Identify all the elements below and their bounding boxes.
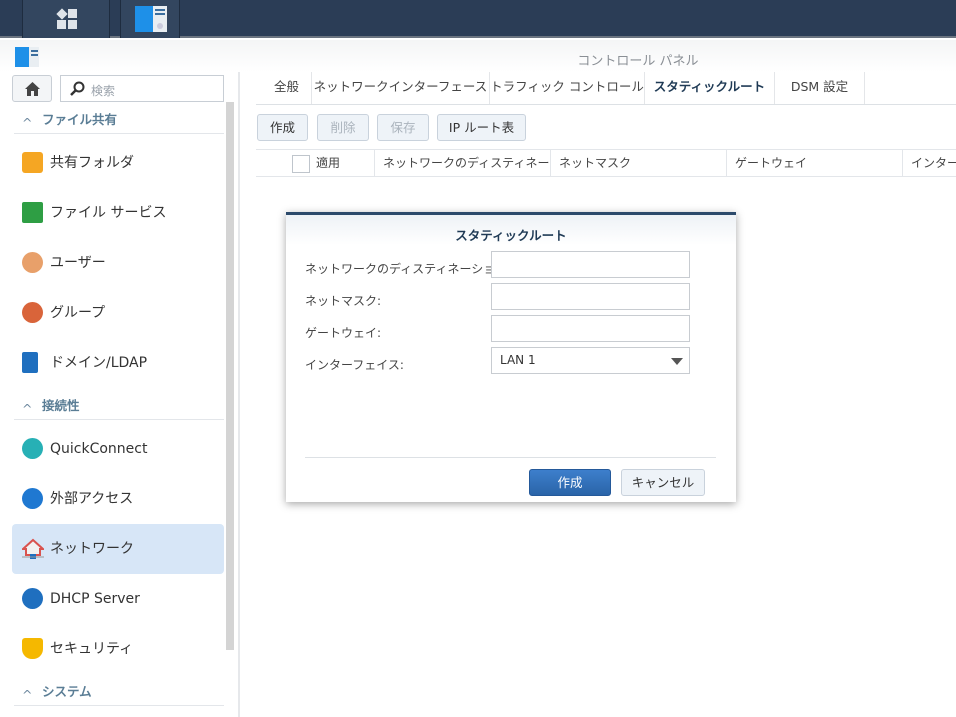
create-button[interactable]: 作成 — [257, 114, 308, 141]
sidebar-item-security[interactable]: セキュリティ — [12, 624, 224, 674]
dialog-cancel-button[interactable]: キャンセル — [621, 469, 705, 496]
sidebar-item-external-access[interactable]: 外部アクセス — [12, 474, 224, 524]
user-icon — [22, 252, 43, 273]
gateway-input[interactable] — [491, 315, 690, 342]
sidebar-item-file-services[interactable]: ファイル サービス — [12, 188, 224, 238]
dialog-title: スタティックルート — [455, 228, 567, 243]
column-gateway[interactable]: ゲートウェイ — [726, 150, 902, 177]
sidebar-item-network[interactable]: ネットワーク — [12, 524, 224, 574]
sidebar-item-quickconnect[interactable]: QuickConnect — [12, 424, 224, 474]
search-icon — [70, 81, 85, 96]
security-shield-icon — [22, 638, 43, 659]
interface-select-value: LAN 1 — [500, 353, 536, 367]
sidebar-divider — [238, 72, 240, 717]
section-connectivity[interactable]: 接続性 — [14, 394, 224, 421]
sidebar-item-label: セキュリティ — [50, 641, 134, 657]
tab-static-route[interactable]: スタティックルート — [645, 72, 775, 104]
dialog-separator — [305, 457, 716, 458]
netmask-input[interactable] — [491, 283, 690, 310]
home-icon — [25, 82, 40, 96]
tab-dsm-settings[interactable]: DSM 設定 — [775, 72, 865, 104]
tab-network-interface[interactable]: ネットワークインターフェース — [312, 72, 490, 104]
sidebar-item-user[interactable]: ユーザー — [12, 238, 224, 288]
netmask-label: ネットマスク: — [305, 294, 382, 308]
apps-grid-icon — [56, 8, 77, 29]
gateway-label: ゲートウェイ: — [305, 326, 382, 340]
globe-icon — [22, 488, 43, 509]
sidebar-item-label: ファイル サービス — [50, 205, 167, 221]
sidebar-item-domain-ldap[interactable]: ドメイン/LDAP — [12, 338, 224, 388]
sidebar-item-dhcp-server[interactable]: DHCP Server — [12, 574, 224, 624]
taskbar — [0, 0, 956, 38]
domain-ldap-icon — [22, 352, 38, 373]
file-services-icon — [22, 202, 43, 223]
dhcp-icon — [22, 588, 43, 609]
dialog-create-button[interactable]: 作成 — [529, 469, 611, 496]
column-apply[interactable]: 適用 — [308, 150, 374, 177]
destination-input[interactable] — [491, 251, 690, 278]
group-icon — [22, 302, 43, 323]
main-menu-button[interactable] — [22, 0, 110, 38]
sidebar-item-label: QuickConnect — [50, 441, 148, 457]
section-file-sharing[interactable]: ファイル共有 — [14, 108, 224, 135]
sidebar-item-label: 外部アクセス — [50, 491, 134, 507]
sidebar-item-label: ユーザー — [50, 255, 106, 271]
sidebar-item-label: ネットワーク — [50, 541, 134, 557]
ip-route-table-button[interactable]: IP ルート表 — [437, 114, 526, 141]
delete-button[interactable]: 削除 — [317, 114, 369, 141]
destination-label: ネットワークのディスティネーション: — [305, 262, 512, 276]
tab-general[interactable]: 全般 — [262, 72, 312, 104]
control-panel-icon — [135, 6, 167, 32]
search-input[interactable]: 検索 — [60, 75, 224, 102]
sidebar-item-shared-folder[interactable]: 共有フォルダ — [12, 138, 224, 188]
sidebar-item-label: DHCP Server — [50, 591, 140, 607]
tab-traffic-control[interactable]: トラフィック コントロール — [490, 72, 645, 104]
control-panel-taskbar-button[interactable] — [120, 0, 180, 38]
column-destination[interactable]: ネットワークのディスティネー... — [374, 150, 550, 177]
shared-folder-icon — [22, 152, 43, 173]
sidebar-item-label: ドメイン/LDAP — [50, 355, 148, 371]
network-home-icon — [22, 538, 44, 559]
sidebar-item-label: グループ — [50, 305, 106, 321]
save-button[interactable]: 保存 — [377, 114, 429, 141]
interface-label: インターフェイス: — [305, 358, 404, 372]
chevron-down-icon — [671, 358, 683, 365]
column-netmask[interactable]: ネットマスク — [550, 150, 726, 177]
sidebar-scrollbar[interactable] — [226, 102, 234, 650]
section-system[interactable]: システム — [14, 680, 224, 707]
static-route-dialog: スタティックルート ネットワークのディスティネーション: ネットマスク: ゲート… — [286, 212, 736, 502]
sidebar-item-label: 共有フォルダ — [50, 155, 134, 171]
tab-bar-underline — [256, 104, 956, 105]
interface-select[interactable]: LAN 1 — [491, 347, 690, 374]
column-interface[interactable]: インターフ — [902, 150, 956, 177]
quickconnect-icon — [22, 438, 43, 459]
sidebar-item-group[interactable]: グループ — [12, 288, 224, 338]
search-placeholder: 検索 — [91, 84, 116, 98]
window-title: コントロール パネル — [577, 54, 699, 69]
home-button[interactable] — [12, 75, 52, 102]
